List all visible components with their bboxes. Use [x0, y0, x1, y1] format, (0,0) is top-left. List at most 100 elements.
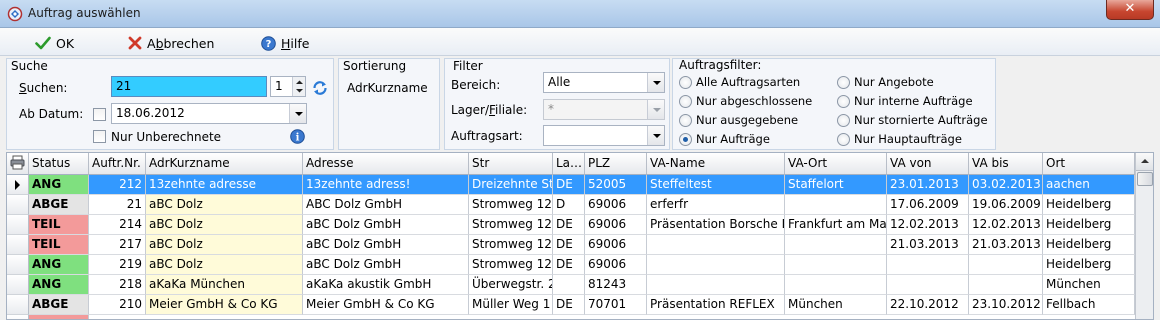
table-cell-address[interactable]: 13zehnte adress!: [303, 175, 469, 195]
table-cell-event-location[interactable]: [785, 275, 887, 295]
table-cell-event-name[interactable]: erferfr: [647, 195, 785, 215]
table-cell-zip[interactable]: 69006: [585, 235, 647, 255]
table-cell-street[interactable]: Müller Weg 1: [469, 295, 553, 315]
column-header-address-short-name[interactable]: AdrKurzname: [146, 153, 303, 175]
table-cell-order-number[interactable]: 218: [89, 275, 146, 295]
table-cell-order-number[interactable]: 210: [89, 295, 146, 315]
table-cell-order-number[interactable]: 217: [89, 235, 146, 255]
table-cell-city[interactable]: Heidelberg: [1043, 215, 1135, 235]
table-cell-zip[interactable]: 69006: [585, 195, 647, 215]
table-cell-city[interactable]: Heidelberg: [1043, 235, 1135, 255]
title-bar[interactable]: Auftrag auswählen ✕: [0, 0, 1160, 28]
table-cell-event-location[interactable]: München: [785, 295, 887, 315]
table-cell-country[interactable]: D: [553, 195, 585, 215]
table-cell-country[interactable]: DE: [553, 235, 585, 255]
radio-nur-interne-auftraege[interactable]: Nur interne Aufträge: [837, 94, 973, 108]
table-cell-event-name[interactable]: Steffeltest: [647, 175, 785, 195]
table-cell-event-to[interactable]: 03.02.2013: [969, 175, 1043, 195]
radio-button[interactable]: [679, 94, 692, 108]
table-cell-event-to[interactable]: 21.03.2013: [969, 235, 1043, 255]
row-indicator[interactable]: [7, 295, 29, 315]
radio-button[interactable]: [679, 113, 692, 127]
info-icon[interactable]: i: [290, 129, 305, 144]
row-indicator[interactable]: [7, 215, 29, 235]
column-header-event-to[interactable]: VA bis: [969, 153, 1043, 175]
table-cell-address[interactable]: Meier GmbH & Co KG: [303, 295, 469, 315]
table-cell-event-location[interactable]: Staffelort: [785, 175, 887, 195]
scroll-thumb[interactable]: [1137, 172, 1153, 186]
scroll-up-arrow[interactable]: [1136, 153, 1153, 171]
table-cell-city[interactable]: aachen: [1043, 175, 1135, 195]
table-cell-event-name[interactable]: [647, 275, 785, 295]
auftragsart-select[interactable]: [543, 125, 665, 146]
radio-button[interactable]: [837, 132, 850, 146]
table-cell-status[interactable]: ANG: [29, 275, 89, 295]
table-cell-order-number[interactable]: 21: [89, 195, 146, 215]
table-cell-street[interactable]: Dreizehnte St: [469, 175, 553, 195]
table-cell-event-from[interactable]: 21.03.2013: [887, 235, 969, 255]
table-cell-event-from[interactable]: 22.10.2012: [887, 295, 969, 315]
table-cell-address[interactable]: aBC Dolz GmbH: [303, 255, 469, 275]
table-cell-event-from[interactable]: 23.01.2013: [887, 175, 969, 195]
cancel-button[interactable]: Abbrechen: [128, 34, 214, 52]
table-cell-status[interactable]: ANG: [29, 175, 89, 195]
table-cell-event-from[interactable]: 17.06.2009: [887, 195, 969, 215]
ok-button[interactable]: OK: [35, 34, 74, 52]
row-indicator[interactable]: [7, 235, 29, 255]
bereich-select[interactable]: Alle: [543, 72, 665, 93]
table-cell-zip[interactable]: 52005: [585, 175, 647, 195]
table-cell-address-short-name[interactable]: Meier GmbH & Co KG: [146, 295, 303, 315]
column-header-street[interactable]: Str: [469, 153, 553, 175]
radio-button[interactable]: [837, 94, 850, 108]
close-button[interactable]: ✕: [1106, 0, 1154, 20]
table-cell-event-from[interactable]: 12.02.2013: [887, 215, 969, 235]
radio-nur-auftraege[interactable]: Nur Aufträge: [679, 132, 770, 146]
column-header-address[interactable]: Adresse: [303, 153, 469, 175]
table-cell-address[interactable]: aBC Dolz GmbH: [303, 215, 469, 235]
row-indicator[interactable]: [7, 275, 29, 295]
radio-button-selected[interactable]: [679, 132, 692, 146]
column-header-city[interactable]: Ort: [1043, 153, 1135, 175]
date-checkbox[interactable]: [93, 108, 106, 121]
column-header-status[interactable]: Status: [29, 153, 89, 175]
radio-button[interactable]: [679, 75, 692, 89]
column-header-event-name[interactable]: VA-Name: [647, 153, 785, 175]
column-header-event-location[interactable]: VA-Ort: [785, 153, 887, 175]
table-cell-country[interactable]: DE: [553, 255, 585, 275]
row-indicator[interactable]: [7, 195, 29, 215]
search-input[interactable]: 21: [111, 76, 267, 97]
table-cell-street[interactable]: Stromweg 12: [469, 215, 553, 235]
table-cell-country[interactable]: DE: [553, 215, 585, 235]
orders-table[interactable]: Status Auftr.Nr. AdrKurzname Adresse Str La… P…: [6, 152, 1154, 320]
row-indicator[interactable]: [7, 175, 29, 195]
table-cell-address[interactable]: ABC Dolz GmbH: [303, 195, 469, 215]
print-header-cell[interactable]: [7, 153, 29, 175]
table-cell-status[interactable]: TEIL: [29, 215, 89, 235]
date-dropdown-arrow[interactable]: [289, 104, 306, 123]
radio-nur-abgeschlossene[interactable]: Nur abgeschlossene: [679, 94, 812, 108]
table-cell-street[interactable]: Stromweg 12: [469, 195, 553, 215]
lager-dropdown-arrow[interactable]: [647, 100, 664, 119]
table-cell-event-name[interactable]: Präsentation Borsche D: [647, 215, 785, 235]
radio-nur-hauptauftraege[interactable]: Nur Hauptaufträge: [837, 132, 962, 146]
table-cell-country[interactable]: DE: [553, 175, 585, 195]
table-cell-address-short-name[interactable]: aBC Dolz: [146, 255, 303, 275]
table-cell-status[interactable]: ABGE: [29, 295, 89, 315]
table-cell-zip[interactable]: 69006: [585, 255, 647, 275]
lager-select[interactable]: *: [543, 99, 665, 120]
table-cell-street[interactable]: Stromweg 12: [469, 255, 553, 275]
table-cell-event-from[interactable]: [887, 255, 969, 275]
table-cell-zip[interactable]: 81243: [585, 275, 647, 295]
table-cell-event-to[interactable]: [969, 275, 1043, 295]
table-cell-event-name[interactable]: [647, 235, 785, 255]
table-cell-street[interactable]: Stromweg 12: [469, 235, 553, 255]
table-cell-status[interactable]: ABGE: [29, 195, 89, 215]
column-header-event-from[interactable]: VA von: [887, 153, 969, 175]
table-cell-address-short-name[interactable]: aBC Dolz: [146, 215, 303, 235]
vertical-scrollbar[interactable]: [1135, 153, 1153, 319]
column-header-zip[interactable]: PLZ: [585, 153, 647, 175]
table-cell-event-to[interactable]: 19.06.2009: [969, 195, 1043, 215]
refresh-icon[interactable]: [311, 79, 329, 97]
table-cell-event-to[interactable]: [969, 255, 1043, 275]
row-indicator[interactable]: [7, 255, 29, 275]
